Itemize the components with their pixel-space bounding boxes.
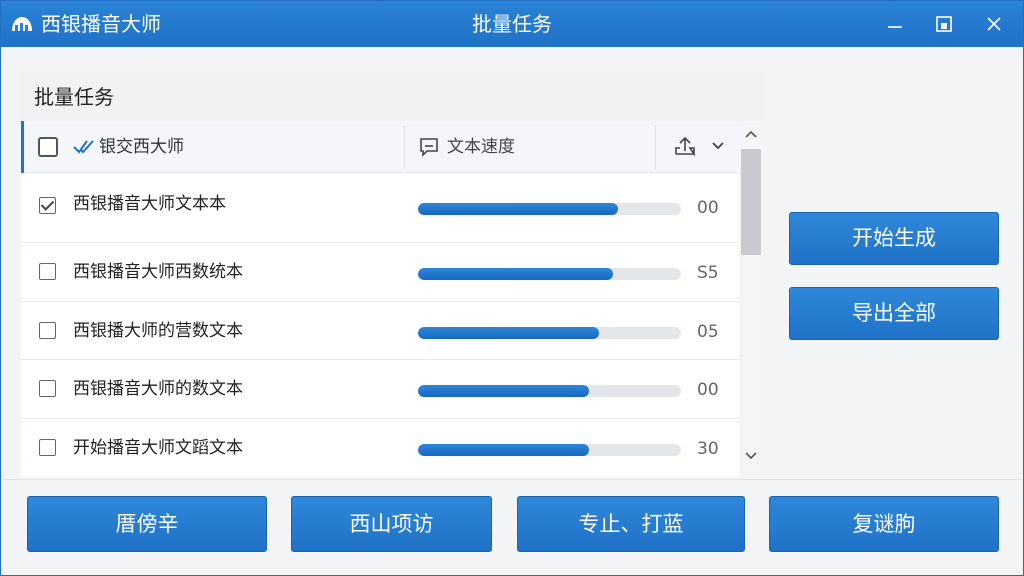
progress-value: 00 bbox=[697, 380, 719, 400]
minimize-icon bbox=[888, 26, 902, 28]
task-list: 西银播音大师文本本 00 西银播音大师西数统本 S5 西银播大师的营数文本 05… bbox=[21, 173, 739, 477]
bottom-button-2[interactable]: 西山项访 bbox=[291, 496, 492, 552]
start-generate-button[interactable]: 开始生成 bbox=[789, 212, 999, 265]
restore-button[interactable] bbox=[926, 9, 962, 39]
panel-title: 批量任务 bbox=[34, 85, 114, 109]
header-accent-bar bbox=[21, 121, 24, 173]
row-checkbox[interactable] bbox=[39, 197, 56, 214]
progress-fill bbox=[418, 385, 589, 397]
column-header-name[interactable]: 银交西大师 bbox=[99, 136, 184, 158]
app-name: 西银播音大师 bbox=[41, 12, 161, 36]
row-checkbox[interactable] bbox=[39, 438, 56, 456]
task-name: 西银播音大师的数文本 bbox=[73, 379, 243, 399]
bottom-button-4[interactable]: 复谜朐 bbox=[769, 496, 999, 552]
panel-header: 批量任务 bbox=[21, 71, 763, 121]
scroll-thumb[interactable] bbox=[741, 149, 761, 255]
chevron-down-icon[interactable] bbox=[711, 141, 725, 151]
progress-track bbox=[418, 268, 681, 280]
title-bar[interactable]: 西银播音大师 批量任务 bbox=[1, 1, 1023, 47]
task-row[interactable]: 西银播大师的营数文本 05 bbox=[21, 301, 739, 360]
vertical-scrollbar[interactable] bbox=[739, 121, 763, 471]
bottom-button-3[interactable]: 专止、打蓝 bbox=[517, 496, 745, 552]
progress-track bbox=[418, 326, 681, 339]
task-row[interactable]: 西银播音大师的数文本 00 bbox=[21, 360, 739, 419]
progress-track bbox=[418, 443, 681, 456]
close-button[interactable] bbox=[976, 9, 1012, 39]
app-logo-icon bbox=[12, 17, 32, 31]
task-row[interactable]: 开始播音大师文蹈文本 30 bbox=[21, 418, 739, 477]
progress-track bbox=[418, 385, 681, 397]
scroll-up-icon[interactable] bbox=[744, 129, 758, 139]
column-header-progress[interactable]: 文本速度 bbox=[447, 136, 515, 158]
table-header: 银交西大师 文本速度 bbox=[21, 121, 739, 173]
progress-fill bbox=[418, 443, 589, 456]
task-row[interactable]: 西银播音大师西数统本 S5 bbox=[21, 243, 739, 302]
restore-icon bbox=[936, 16, 952, 32]
progress-fill bbox=[418, 326, 600, 339]
progress-value: 00 bbox=[697, 198, 719, 218]
task-row[interactable]: 西银播音大师文本本 00 bbox=[21, 173, 739, 243]
column-divider bbox=[655, 125, 656, 169]
comment-edit-icon bbox=[420, 138, 438, 157]
progress-value: 05 bbox=[697, 321, 719, 342]
select-all-checkbox[interactable] bbox=[38, 137, 58, 157]
progress-fill bbox=[418, 268, 613, 280]
task-name: 西银播音大师西数统本 bbox=[73, 262, 243, 282]
bottom-toolbar: 厝傍辛 西山项访 专止、打蓝 复谜朐 bbox=[1, 479, 1023, 575]
progress-fill bbox=[418, 203, 618, 215]
column-divider bbox=[404, 125, 405, 169]
progress-track bbox=[418, 203, 681, 215]
minimize-button[interactable] bbox=[877, 9, 913, 39]
upload-icon[interactable] bbox=[673, 134, 697, 158]
batch-task-panel: 批量任务 银交西大师 文本速度 西银播音大师文本本 00 西银播音大师西数统本 … bbox=[21, 71, 763, 477]
row-checkbox[interactable] bbox=[39, 380, 56, 397]
scroll-down-icon[interactable] bbox=[744, 451, 758, 461]
row-checkbox[interactable] bbox=[39, 321, 56, 339]
export-all-button[interactable]: 导出全部 bbox=[789, 287, 999, 340]
progress-value: S5 bbox=[697, 263, 719, 283]
task-name: 开始播音大师文蹈文本 bbox=[73, 437, 243, 458]
task-name: 西银播大师的营数文本 bbox=[73, 320, 243, 341]
row-checkbox[interactable] bbox=[39, 263, 56, 280]
task-name: 西银播音大师文本本 bbox=[73, 194, 226, 214]
app-window: 西银播音大师 批量任务 批量任务 银交西大师 文本速度 西银播音大师文本本 00… bbox=[0, 0, 1024, 576]
progress-value: 30 bbox=[697, 438, 719, 459]
bottom-button-1[interactable]: 厝傍辛 bbox=[27, 496, 267, 552]
double-check-icon bbox=[73, 140, 94, 154]
close-icon bbox=[987, 17, 1001, 31]
